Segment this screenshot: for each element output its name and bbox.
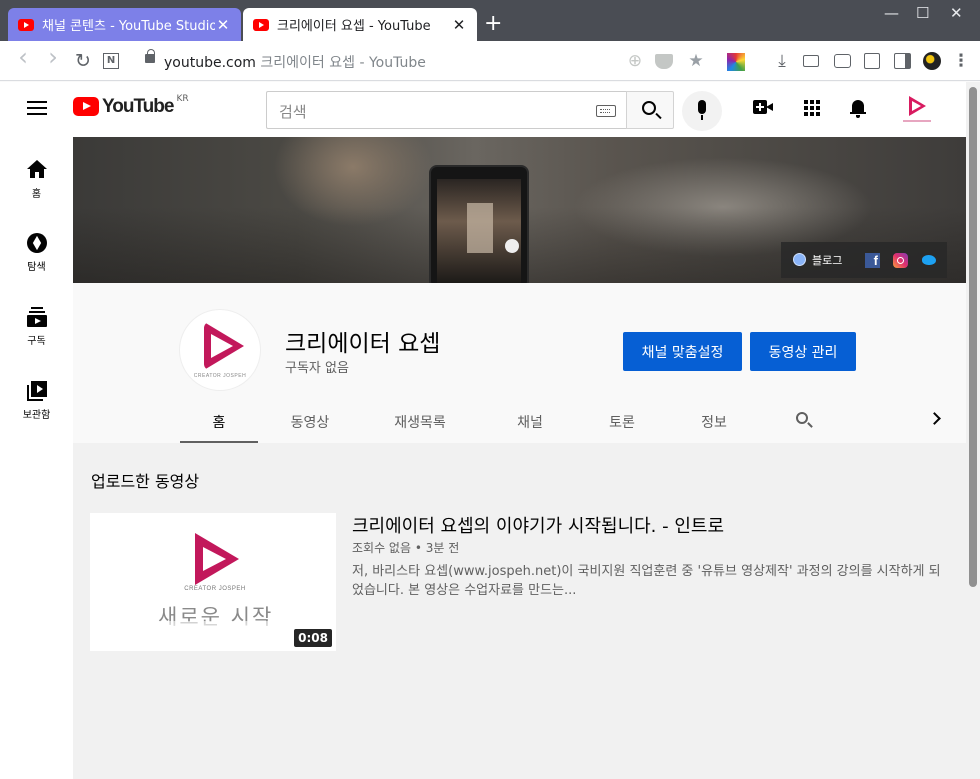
voice-search-button[interactable] [682,91,722,131]
scrollbar-thumb[interactable] [969,87,977,587]
star-icon[interactable]: ★ [685,51,707,71]
profile-avatar[interactable] [923,52,941,70]
banner-phone-image [429,165,529,283]
browser-tab-strip: 채널 콘텐츠 - YouTube Studio ✕ 크리에이터 요셉 - You… [0,0,980,41]
search-input[interactable]: 검색 [266,91,626,129]
minimize-button[interactable]: — [884,4,899,22]
window-close-button[interactable]: ✕ [950,4,963,22]
chevron-right-icon[interactable] [930,411,940,427]
guide-item-library[interactable]: 보관함 [0,380,73,421]
channel-tabs: 홈 동영상 재생목록 채널 토론 정보 [180,396,966,443]
reader-icon[interactable] [864,53,880,69]
subscriber-count: 구독자 없음 [285,361,349,376]
url-host: youtube.com [164,55,256,71]
video-record-icon[interactable] [803,55,819,67]
guide-item-label: 구독 [27,336,46,347]
new-tab-button[interactable]: + [484,12,502,36]
sidebar-icon[interactable] [894,53,911,69]
channel-header: CREATOR JOSPEH 크리에이터 요셉 구독자 없음 채널 맞춤설정 동… [73,283,966,443]
color-picker-extension-icon[interactable] [727,53,745,71]
logo-wordmark: YouTube [102,96,174,117]
page-scrollbar[interactable] [966,82,980,779]
browser-tab-channel[interactable]: 크리에이터 요셉 - YouTube ✕ [243,8,477,41]
blog-link[interactable]: 블로그 [812,252,842,268]
camera-icon[interactable] [834,54,851,68]
search-placeholder: 검색 [279,103,307,121]
guide-item-home[interactable]: 홈 [0,159,73,200]
download-icon[interactable]: ⤓ [771,51,793,71]
address-bar[interactable]: youtube.com 크리에이터 요셉 - YouTube [164,52,426,72]
shelf-title[interactable]: 업로드한 동영상 [91,468,199,492]
thumbnail-caption: CREATOR JOSPEH [184,586,246,592]
facebook-icon[interactable]: f [865,253,880,268]
video-duration: 0:08 [294,629,332,647]
create-video-icon[interactable] [753,100,773,114]
forward-icon[interactable]: › [42,45,64,69]
customize-channel-button[interactable]: 채널 맞춤설정 [623,332,742,371]
guide-item-label: 보관함 [22,410,51,421]
notion-extension-icon[interactable]: N [103,53,119,69]
library-icon [26,380,48,402]
youtube-logo[interactable]: YouTube KR [73,94,189,117]
notifications-bell-icon[interactable] [850,99,866,118]
tab-videos[interactable]: 동영상 [270,412,350,432]
manage-videos-button[interactable]: 동영상 관리 [750,332,856,371]
channel-avatar: CREATOR JOSPEH [180,310,260,390]
menu-icon[interactable] [27,101,47,115]
microphone-icon [698,100,706,120]
tab-discussion[interactable]: 토론 [582,412,662,432]
close-icon[interactable]: ✕ [451,16,467,34]
browser-tab-title: 채널 콘텐츠 - YouTube Studio [42,19,215,34]
channel-name: 크리에이터 요셉 [285,331,441,357]
logo-region: KR [176,94,189,104]
add-icon[interactable]: ⊕ [624,51,646,71]
guide-item-label: 탐색 [27,262,46,273]
maximize-button[interactable]: ☐ [916,4,929,22]
guide-sidebar: 홈 탐색 구독 보관함 [0,137,73,779]
channel-search-icon[interactable] [796,412,812,428]
channel-content: 업로드한 동영상 CREATOR JOSPEH 새로운 시작 0:08 크리에이… [73,443,966,779]
back-icon[interactable]: ‹ [12,45,34,69]
youtube-favicon-icon [253,18,269,31]
close-icon[interactable]: ✕ [215,16,231,34]
instagram-icon[interactable] [893,253,908,268]
search-button[interactable] [626,91,674,129]
globe-icon[interactable] [793,253,806,266]
browser-tab-studio[interactable]: 채널 콘텐츠 - YouTube Studio ✕ [8,8,241,41]
channel-banner: 블로그 f [73,137,966,283]
youtube-play-icon [73,97,99,116]
video-metadata: 조회수 없음 • 3분 전 [352,541,460,555]
guide-item-subscriptions[interactable]: 구독 [0,306,73,347]
guide-item-explore[interactable]: 탐색 [0,232,73,273]
video-thumbnail[interactable]: CREATOR JOSPEH 새로운 시작 0:08 [90,513,336,651]
banner-links: 블로그 f [781,242,947,278]
twitter-icon[interactable] [921,253,937,267]
video-description: 저, 바리스타 요셉(www.jospeh.net)이 국비지원 직업훈련 중 … [352,564,941,598]
tab-channels[interactable]: 채널 [490,412,570,432]
lock-icon [145,49,155,63]
browser-toolbar: ‹ › ↻ N youtube.com 크리에이터 요셉 - YouTube ⊕… [0,41,980,81]
search-icon [642,101,656,115]
avatar-caption: CREATOR JOSPEH [193,373,247,379]
tab-playlists[interactable]: 재생목록 [370,412,470,432]
youtube-favicon-icon [18,18,34,31]
subscriptions-icon [26,306,48,328]
browser-menu-icon[interactable]: ⋮ [950,51,972,71]
youtube-masthead: YouTube KR 검색 [0,82,966,137]
tab-home[interactable]: 홈 [180,412,258,432]
browser-tab-title: 크리에이터 요셉 - YouTube [277,19,431,34]
pocket-icon[interactable] [655,54,673,69]
video-title[interactable]: 크리에이터 요셉의 이야기가 시작됩니다. - 인트로 [352,512,724,538]
url-page-title: 크리에이터 요셉 - YouTube [260,55,426,71]
tab-about[interactable]: 정보 [674,412,754,432]
account-avatar[interactable] [900,94,934,126]
keyboard-icon[interactable] [596,105,616,117]
apps-grid-icon[interactable] [804,100,820,116]
guide-item-label: 홈 [31,189,42,200]
reload-icon[interactable]: ↻ [72,51,94,71]
home-icon [26,159,48,181]
compass-icon [26,232,48,254]
